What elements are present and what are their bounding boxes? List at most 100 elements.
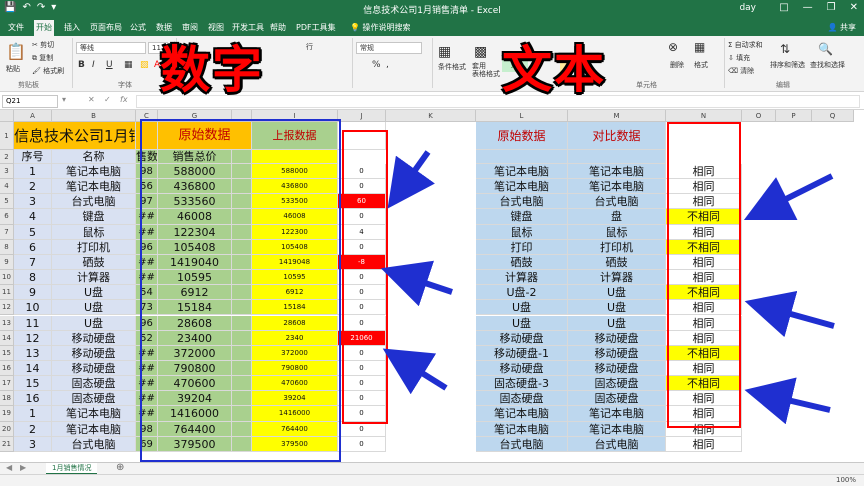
insert-function-button[interactable]: fx	[120, 95, 128, 104]
reported-value-cell[interactable]: 790800	[252, 360, 338, 377]
row-header[interactable]: 3	[0, 164, 14, 180]
qty-cell[interactable]: 98	[136, 164, 158, 180]
cell[interactable]	[232, 376, 252, 392]
text-original-cell[interactable]: U盘	[476, 315, 568, 331]
row-header[interactable]: 4	[0, 179, 14, 195]
row-header[interactable]: 5	[0, 194, 14, 210]
seq-cell[interactable]: 3	[14, 194, 52, 210]
worksheet-grid[interactable]: A B C G I J K L M N O P Q 1 2 3 4 5 6 7 8 9 10 11 12 13 14 15 16 17 18…	[0, 110, 864, 462]
name-cell[interactable]: 笔记本电脑	[52, 179, 136, 195]
fill-button[interactable]: ⇩ 填充	[728, 53, 750, 63]
user-name[interactable]: day	[739, 3, 756, 13]
seq-cell[interactable]: 2	[14, 179, 52, 195]
select-all-corner[interactable]	[0, 110, 14, 122]
difference-cell[interactable]: 0	[338, 376, 386, 392]
name-cell[interactable]: 固态硬盘	[52, 391, 136, 407]
compare-result-cell[interactable]: 相同	[666, 406, 742, 422]
name-box-dropdown-icon[interactable]: ▾	[62, 95, 66, 104]
compare-result-cell[interactable]: 不相同	[666, 345, 742, 361]
original-value-cell[interactable]: 764400	[158, 421, 232, 437]
name-header[interactable]: 名称	[52, 150, 136, 164]
difference-cell[interactable]: 0	[338, 436, 386, 452]
row-header[interactable]: 10	[0, 270, 14, 286]
difference-cell[interactable]: 4	[338, 224, 386, 240]
close-icon[interactable]: ✕	[850, 2, 858, 13]
italic-button[interactable]: I	[92, 60, 95, 70]
share-button[interactable]: 👤 共享	[827, 20, 856, 36]
original-value-cell[interactable]: 372000	[158, 345, 232, 361]
original-value-cell[interactable]: 15184	[158, 300, 232, 316]
cell[interactable]	[232, 285, 252, 301]
name-cell[interactable]: U盘	[52, 315, 136, 331]
name-cell[interactable]: U盘	[52, 300, 136, 316]
maximize-icon[interactable]: ❐	[827, 2, 836, 13]
seq-cell[interactable]: 2	[14, 421, 52, 437]
sort-filter-icon[interactable]: ⇅	[780, 42, 790, 56]
delete-cells-icon[interactable]: ⊗	[668, 40, 678, 54]
tab-formulas[interactable]: 公式	[128, 20, 148, 36]
row-header[interactable]: 9	[0, 254, 14, 271]
cancel-entry-icon[interactable]: ✕	[88, 95, 95, 104]
original-value-cell[interactable]: 39204	[158, 391, 232, 407]
sheet-nav-next-icon[interactable]: ▶	[20, 463, 26, 472]
original-value-cell[interactable]: 533560	[158, 194, 232, 210]
qty-cell[interactable]: 98	[136, 421, 158, 437]
qty-cell[interactable]: 96	[136, 315, 158, 331]
seq-header[interactable]: 序号	[14, 150, 52, 164]
clear-button[interactable]: ⌫ 清除	[728, 66, 754, 76]
row-header[interactable]: 8	[0, 239, 14, 255]
cell[interactable]	[232, 406, 252, 422]
qty-cell[interactable]: 69	[136, 436, 158, 452]
name-cell[interactable]: 移动硬盘	[52, 330, 136, 346]
row-header[interactable]: 6	[0, 209, 14, 225]
compare-result-cell[interactable]: 相同	[666, 270, 742, 286]
reported-value-cell[interactable]: 39204	[252, 391, 338, 407]
difference-cell[interactable]: 0	[338, 421, 386, 437]
seq-cell[interactable]: 13	[14, 345, 52, 361]
text-original-cell[interactable]: 台式电脑	[476, 436, 568, 452]
name-cell[interactable]: 移动硬盘	[52, 345, 136, 361]
table-format-label[interactable]: 套用 表格格式	[472, 62, 500, 78]
text-original-cell[interactable]: 键盘	[476, 209, 568, 225]
tab-page-layout[interactable]: 页面布局	[88, 20, 124, 36]
cell[interactable]	[232, 270, 252, 286]
seq-cell[interactable]: 15	[14, 376, 52, 392]
row-header[interactable]: 2	[0, 150, 14, 164]
autosum-button[interactable]: Σ 自动求和	[728, 40, 763, 50]
difference-cell[interactable]: 0	[338, 391, 386, 407]
row-header[interactable]: 18	[0, 391, 14, 407]
name-box[interactable]: Q21	[2, 95, 58, 108]
original-value-cell[interactable]: 105408	[158, 239, 232, 255]
text-original-cell[interactable]: 移动硬盘	[476, 330, 568, 346]
difference-cell[interactable]: 0	[338, 406, 386, 422]
reported-value-cell[interactable]: 764400	[252, 421, 338, 437]
compare-result-cell[interactable]: 不相同	[666, 239, 742, 255]
text-compare-cell[interactable]: U盘	[568, 285, 666, 301]
reported-value-cell[interactable]: 15184	[252, 300, 338, 316]
qty-cell[interactable]: 97	[136, 194, 158, 210]
reported-value-cell[interactable]: 470600	[252, 376, 338, 392]
cell[interactable]	[232, 360, 252, 377]
column-header-b[interactable]: B	[52, 110, 136, 122]
compare-result-cell[interactable]: 相同	[666, 194, 742, 210]
difference-cell[interactable]: 0	[338, 164, 386, 180]
seq-cell[interactable]: 11	[14, 315, 52, 331]
paste-icon[interactable]: 📋	[6, 42, 26, 61]
column-header-o[interactable]: O	[742, 110, 776, 122]
tab-home[interactable]: 开始	[34, 20, 54, 36]
row-header[interactable]: 20	[0, 421, 14, 437]
name-cell[interactable]: U盘	[52, 285, 136, 301]
original-value-cell[interactable]: 379500	[158, 436, 232, 452]
compare-result-cell[interactable]: 不相同	[666, 376, 742, 392]
text-compare-cell[interactable]: 固态硬盘	[568, 391, 666, 407]
reported-value-cell[interactable]: 1419048	[252, 254, 338, 271]
paste-label[interactable]: 粘贴	[6, 64, 20, 74]
add-sheet-icon[interactable]: ⊕	[116, 462, 124, 473]
bold-button[interactable]: B	[78, 60, 85, 70]
qty-cell[interactable]: 54	[136, 285, 158, 301]
text-compare-cell[interactable]: 移动硬盘	[568, 330, 666, 346]
text-compare-cell[interactable]: 盘	[568, 209, 666, 225]
row-header[interactable]: 17	[0, 376, 14, 392]
text-compare-cell[interactable]: 移动硬盘	[568, 360, 666, 377]
reported-value-cell[interactable]: 379500	[252, 436, 338, 452]
